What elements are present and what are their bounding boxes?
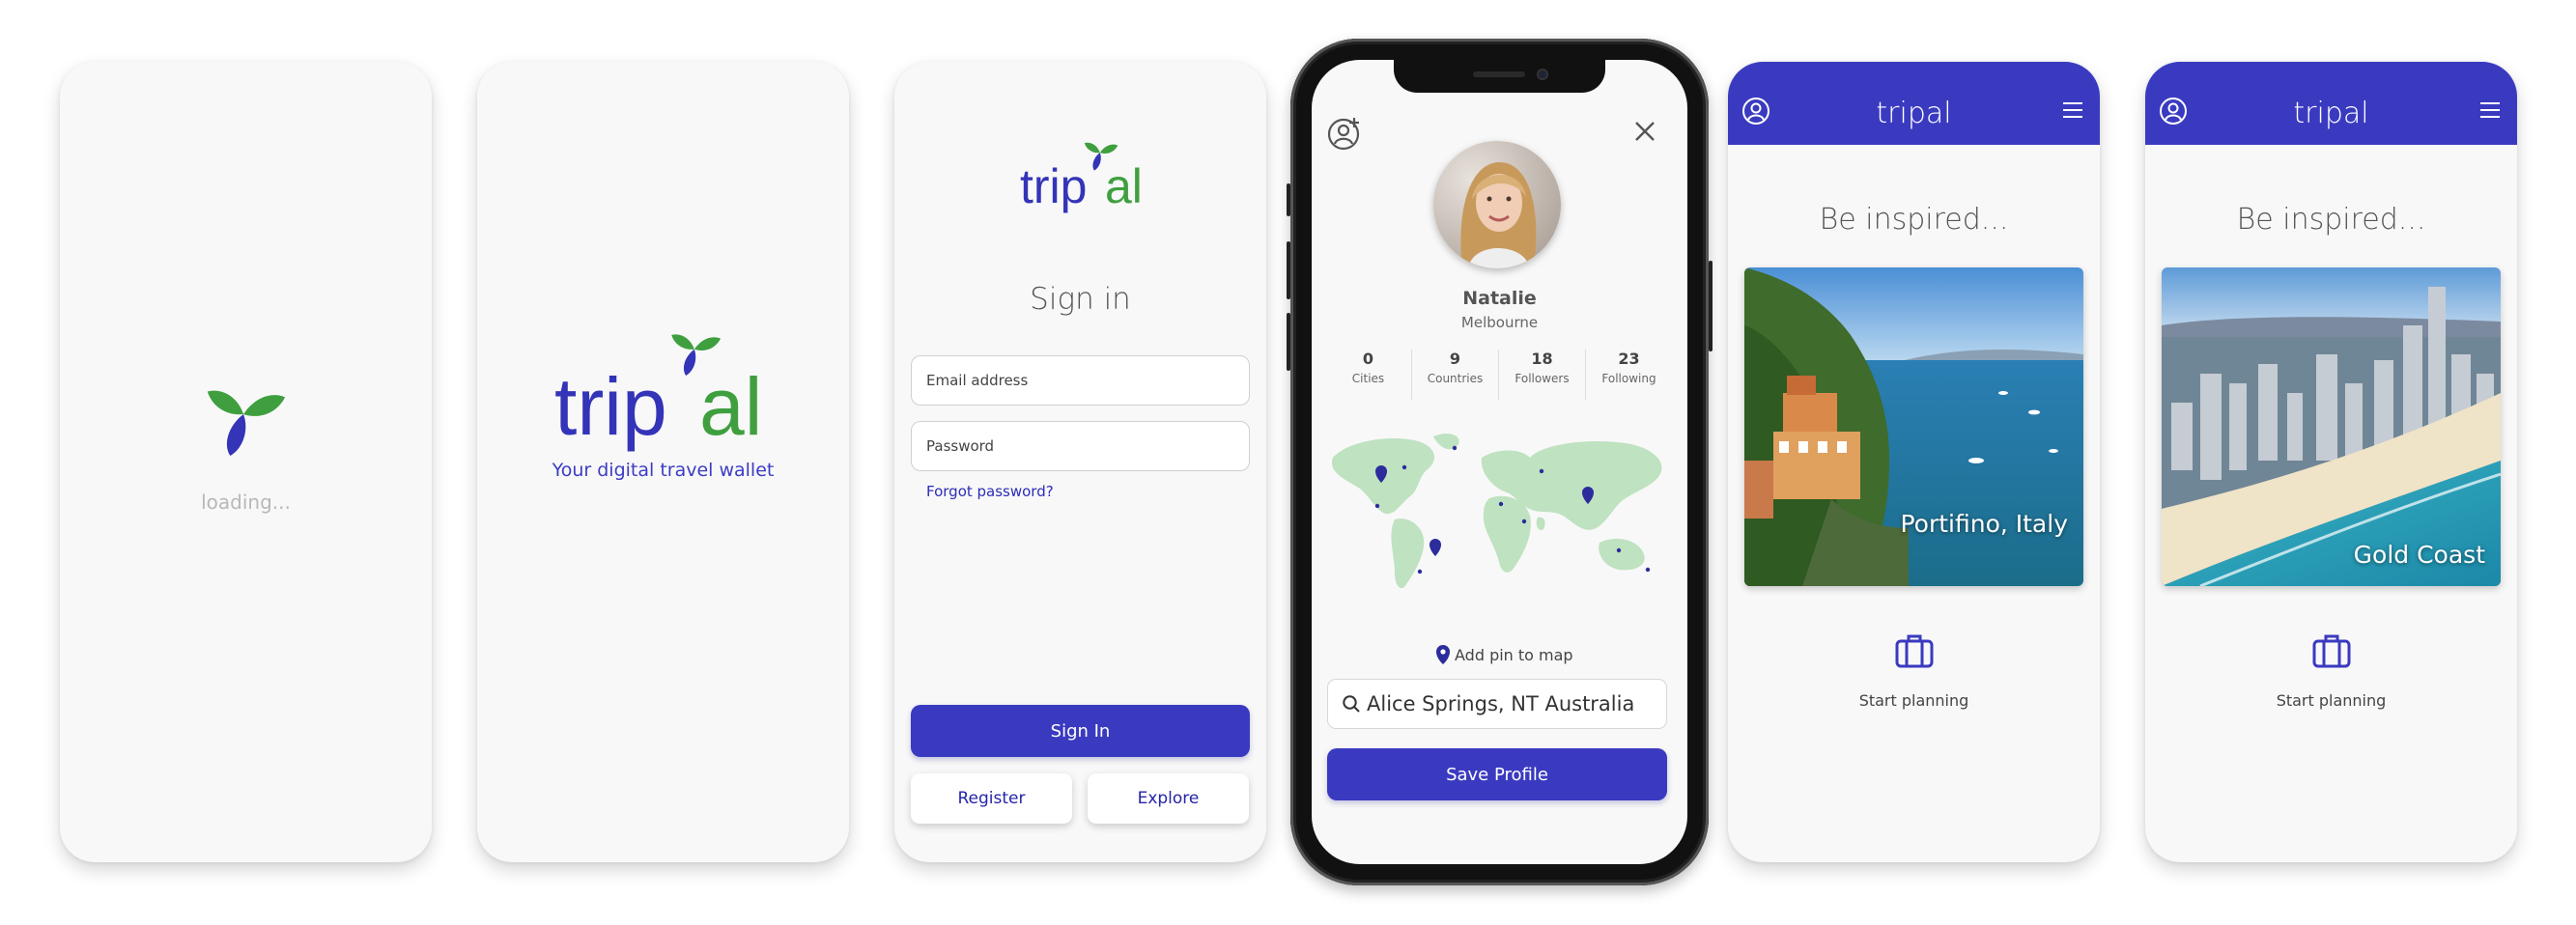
notch bbox=[1394, 60, 1605, 93]
world-map[interactable] bbox=[1327, 429, 1670, 593]
close-icon[interactable] bbox=[1633, 120, 1656, 143]
email-field[interactable]: Email address bbox=[911, 355, 1250, 406]
stat-countries[interactable]: 9 Countries bbox=[1412, 350, 1499, 400]
stat-value: 18 bbox=[1531, 350, 1553, 368]
location-search-input[interactable]: Alice Springs, NT Australia bbox=[1327, 679, 1667, 729]
profile-city: Melbourne bbox=[1460, 314, 1539, 331]
splash-screen: trip al Your digital travel wallet bbox=[477, 62, 849, 862]
stat-label: Countries bbox=[1427, 372, 1484, 385]
add-pin-button[interactable]: Add pin to map bbox=[1435, 644, 1573, 665]
save-profile-button[interactable]: Save Profile bbox=[1327, 748, 1667, 800]
top-bar: tripal bbox=[2145, 62, 2517, 145]
svg-text:al: al bbox=[1105, 159, 1143, 213]
page-title: Sign in bbox=[1030, 282, 1131, 317]
destination-name: Gold Coast bbox=[2353, 541, 2485, 569]
suitcase-icon[interactable] bbox=[1893, 630, 1936, 672]
signin-button[interactable]: Sign In bbox=[911, 705, 1250, 757]
search-icon bbox=[1343, 695, 1360, 713]
register-button[interactable]: Register bbox=[911, 773, 1072, 824]
signin-screen: trip al Sign in Email address Password F… bbox=[894, 62, 1266, 862]
profile-screen: Natalie Melbourne 0 Cities 9 Countries 1… bbox=[1312, 60, 1687, 864]
stat-cities[interactable]: 0 Cities bbox=[1325, 350, 1412, 400]
destination-photo bbox=[1744, 267, 2083, 586]
tripal-logo: trip al bbox=[1020, 142, 1143, 213]
loading-text: loading... bbox=[201, 491, 291, 514]
suitcase-icon[interactable] bbox=[2310, 630, 2353, 672]
tripal-logo: trip al bbox=[554, 334, 762, 452]
stat-followers[interactable]: 18 Followers bbox=[1499, 350, 1586, 400]
loading-screen: loading... bbox=[60, 62, 432, 862]
brand-title: tripal bbox=[1876, 97, 1952, 130]
svg-text:trip: trip bbox=[554, 361, 667, 452]
brand-title: tripal bbox=[2293, 97, 2369, 130]
inspire-heading: Be inspired... bbox=[1819, 203, 2009, 237]
stat-label: Followers bbox=[1514, 372, 1570, 385]
start-planning-label[interactable]: Start planning bbox=[1728, 691, 2100, 710]
inspire-heading: Be inspired... bbox=[2236, 203, 2426, 237]
add-pin-label: Add pin to map bbox=[1455, 645, 1573, 664]
inspire-screen-portofino: tripal Be inspired... Portifino, Italy S… bbox=[1728, 62, 2100, 862]
tripal-logo-mark bbox=[207, 390, 286, 457]
user-plus-icon[interactable] bbox=[1327, 116, 1362, 151]
start-planning-label[interactable]: Start planning bbox=[2145, 691, 2517, 710]
top-bar: tripal bbox=[1728, 62, 2100, 145]
stat-value: 23 bbox=[1618, 350, 1640, 368]
hamburger-menu-icon[interactable] bbox=[2061, 98, 2084, 122]
explore-button[interactable]: Explore bbox=[1088, 773, 1249, 824]
profile-name: Natalie bbox=[1462, 288, 1537, 309]
destination-card[interactable]: Portifino, Italy bbox=[1744, 267, 2083, 586]
stat-label: Following bbox=[1601, 372, 1656, 385]
destination-name: Portifino, Italy bbox=[1900, 510, 2068, 538]
map-pin-icon bbox=[1436, 645, 1450, 664]
search-value: Alice Springs, NT Australia bbox=[1367, 692, 1635, 715]
svg-text:al: al bbox=[699, 361, 762, 452]
phone-frame: Natalie Melbourne 0 Cities 9 Countries 1… bbox=[1287, 39, 1713, 885]
avatar bbox=[1433, 141, 1561, 268]
tagline: Your digital travel wallet bbox=[552, 460, 775, 481]
inspire-screen-gold-coast: tripal Be inspired... Gold Coast Start p… bbox=[2145, 62, 2517, 862]
stat-following[interactable]: 23 Following bbox=[1586, 350, 1672, 400]
stat-value: 9 bbox=[1449, 350, 1461, 368]
stat-label: Cities bbox=[1351, 372, 1385, 385]
destination-card[interactable]: Gold Coast bbox=[2162, 267, 2501, 586]
destination-photo bbox=[2162, 267, 2501, 586]
stat-value: 0 bbox=[1362, 350, 1374, 368]
hamburger-menu-icon[interactable] bbox=[2478, 98, 2502, 122]
password-field[interactable]: Password bbox=[911, 421, 1250, 471]
svg-text:trip: trip bbox=[1020, 159, 1087, 213]
profile-stats: 0 Cities 9 Countries 18 Followers 23 Fol… bbox=[1325, 350, 1672, 400]
forgot-password-link[interactable]: Forgot password? bbox=[926, 483, 1054, 500]
